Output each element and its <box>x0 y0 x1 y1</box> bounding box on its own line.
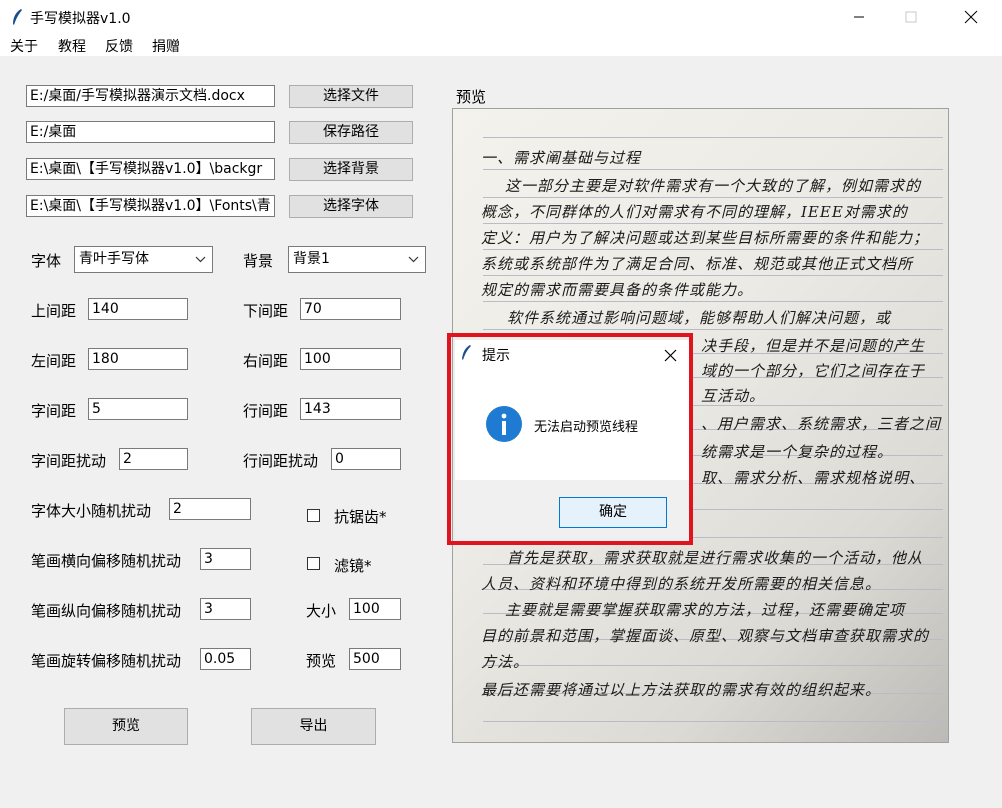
bottom-margin-label: 下间距 <box>243 302 289 320</box>
handwritten-line: 互活动。 <box>701 387 766 405</box>
char-spacing-input[interactable]: 5 <box>88 398 188 420</box>
select-background-button[interactable]: 选择背景 <box>289 158 413 181</box>
handwritten-line: 规定的需求而需要具备的条件或能力。 <box>481 281 754 299</box>
menu-donate[interactable]: 捐赠 <box>152 36 180 56</box>
preview-heading: 预览 <box>456 88 487 106</box>
top-margin-input[interactable]: 140 <box>88 298 188 320</box>
select-file-button[interactable]: 选择文件 <box>289 85 413 108</box>
preview-count-label: 预览 <box>306 652 337 670</box>
filter-checkbox[interactable] <box>307 557 320 570</box>
close-window-button[interactable] <box>948 0 994 34</box>
right-margin-input[interactable]: 100 <box>300 348 401 370</box>
left-margin-label: 左间距 <box>31 352 77 370</box>
font-label: 字体 <box>31 252 62 270</box>
font-size-jitter-label: 字体大小随机扰动 <box>31 502 152 520</box>
size-label: 大小 <box>306 602 337 620</box>
save-path-button[interactable]: 保存路径 <box>289 121 413 144</box>
export-button[interactable]: 导出 <box>251 708 376 745</box>
handwritten-line: 决手段，但是并不是问题的产生 <box>701 337 926 355</box>
window-title: 手写模拟器v1.0 <box>30 11 131 27</box>
background-label: 背景 <box>243 252 274 270</box>
ruled-line <box>483 721 943 722</box>
maximize-icon <box>905 11 917 23</box>
ruled-line <box>483 249 943 250</box>
menu-tutorial[interactable]: 教程 <box>58 36 86 56</box>
handwritten-line: 主要就是需要掌握获取需求的方法，过程，还需要确定项 <box>505 601 906 619</box>
ruled-line <box>483 301 943 302</box>
minimize-icon <box>854 16 864 18</box>
stroke-h-jitter-input[interactable]: 3 <box>200 548 251 570</box>
handwritten-line: 首先是获取，需求获取就是进行需求收集的一个活动，他从 <box>507 549 924 567</box>
save-path-input[interactable]: E:/桌面 <box>26 121 275 143</box>
stroke-h-jitter-label: 笔画横向偏移随机扰动 <box>31 552 182 570</box>
ruled-line <box>483 169 943 170</box>
top-margin-label: 上间距 <box>31 302 77 320</box>
font-path-input[interactable]: E:\桌面\【手写模拟器v1.0】\Fonts\青 <box>26 195 275 217</box>
font-select[interactable]: 青叶手写体 <box>74 246 213 273</box>
feather-icon <box>13 9 22 25</box>
handwritten-line: 定义：用户为了解决问题或达到某些目标所需要的条件和能力； <box>481 229 930 247</box>
ruled-line <box>483 223 943 224</box>
handwritten-line: 域的一个部分，它们之间存在于 <box>701 362 926 380</box>
stroke-v-jitter-input[interactable]: 3 <box>200 598 251 620</box>
char-spacing-jitter-input[interactable]: 2 <box>119 448 188 470</box>
handwritten-line: 取、需求分析、需求规格说明、 <box>701 469 926 487</box>
minimize-button[interactable] <box>836 0 882 34</box>
font-size-jitter-input[interactable]: 2 <box>169 498 251 520</box>
background-select[interactable]: 背景1 <box>288 246 426 273</box>
menu-bar <box>0 34 1002 56</box>
ruled-line <box>483 197 943 198</box>
maximize-button <box>888 0 934 34</box>
handwritten-line: 方法。 <box>481 653 530 671</box>
handwritten-line: 这一部分主要是对软件需求有一个大致的了解，例如需求的 <box>505 177 922 195</box>
right-margin-label: 右间距 <box>243 352 289 370</box>
handwritten-line: 目的前景和范围，掌握面谈、原型、观察与文档审查获取需求的 <box>481 627 930 645</box>
handwritten-line: 系统或系统部件为了满足合同、标准、规范或其他正式文档所 <box>481 255 914 273</box>
filter-label: 滤镜* <box>334 557 372 575</box>
document-path-input[interactable]: E:/桌面/手写模拟器演示文档.docx <box>26 85 275 107</box>
preview-button[interactable]: 预览 <box>64 708 188 745</box>
handwritten-line: 、用户需求、系统需求，三者之间 <box>701 415 942 433</box>
line-spacing-jitter-input[interactable]: 0 <box>331 448 401 470</box>
line-spacing-input[interactable]: 143 <box>300 398 401 420</box>
ruled-line <box>483 665 943 666</box>
select-font-button[interactable]: 选择字体 <box>289 195 413 218</box>
stroke-rot-jitter-input[interactable]: 0.05 <box>200 648 251 670</box>
char-spacing-jitter-label: 字间距扰动 <box>31 452 107 470</box>
chevron-down-icon <box>195 256 206 263</box>
handwritten-line: 人员、资料和环境中得到的系统开发所需要的相关信息。 <box>481 575 882 593</box>
char-spacing-label: 字间距 <box>31 402 77 420</box>
stroke-rot-jitter-label: 笔画旋转偏移随机扰动 <box>31 652 182 670</box>
left-margin-input[interactable]: 180 <box>88 348 188 370</box>
background-path-input[interactable]: E:\桌面\【手写模拟器v1.0】\backgr <box>26 158 275 180</box>
menu-about[interactable]: 关于 <box>10 36 38 56</box>
ruled-line <box>483 329 943 330</box>
handwritten-line: 统需求是一个复杂的过程。 <box>701 443 894 461</box>
ruled-line <box>483 275 943 276</box>
preview-count-input[interactable]: 500 <box>349 648 401 670</box>
ruled-line <box>483 137 943 138</box>
line-spacing-jitter-label: 行间距扰动 <box>243 452 319 470</box>
bottom-margin-input[interactable]: 70 <box>300 298 401 320</box>
close-icon <box>964 10 978 24</box>
antialias-label: 抗锯齿* <box>334 508 387 526</box>
handwritten-line: 一、需求阐基础与过程 <box>481 149 642 167</box>
handwritten-line: 最后还需要将通过以上方法获取的需求有效的组织起来。 <box>481 681 882 699</box>
menu-feedback[interactable]: 反馈 <box>105 36 133 56</box>
handwritten-line: 概念，不同群体的人们对需求有不同的理解，IEEE对需求的 <box>481 203 908 221</box>
chevron-down-icon <box>408 256 419 263</box>
line-spacing-label: 行间距 <box>243 402 289 420</box>
font-select-value: 青叶手写体 <box>79 251 149 267</box>
handwritten-line: 软件系统通过影响问题域，能够帮助人们解决问题，或 <box>507 309 892 327</box>
antialias-checkbox[interactable] <box>307 509 320 522</box>
background-select-value: 背景1 <box>293 251 330 267</box>
highlight-box <box>447 333 693 545</box>
stroke-v-jitter-label: 笔画纵向偏移随机扰动 <box>31 602 182 620</box>
size-input[interactable]: 100 <box>349 598 401 620</box>
